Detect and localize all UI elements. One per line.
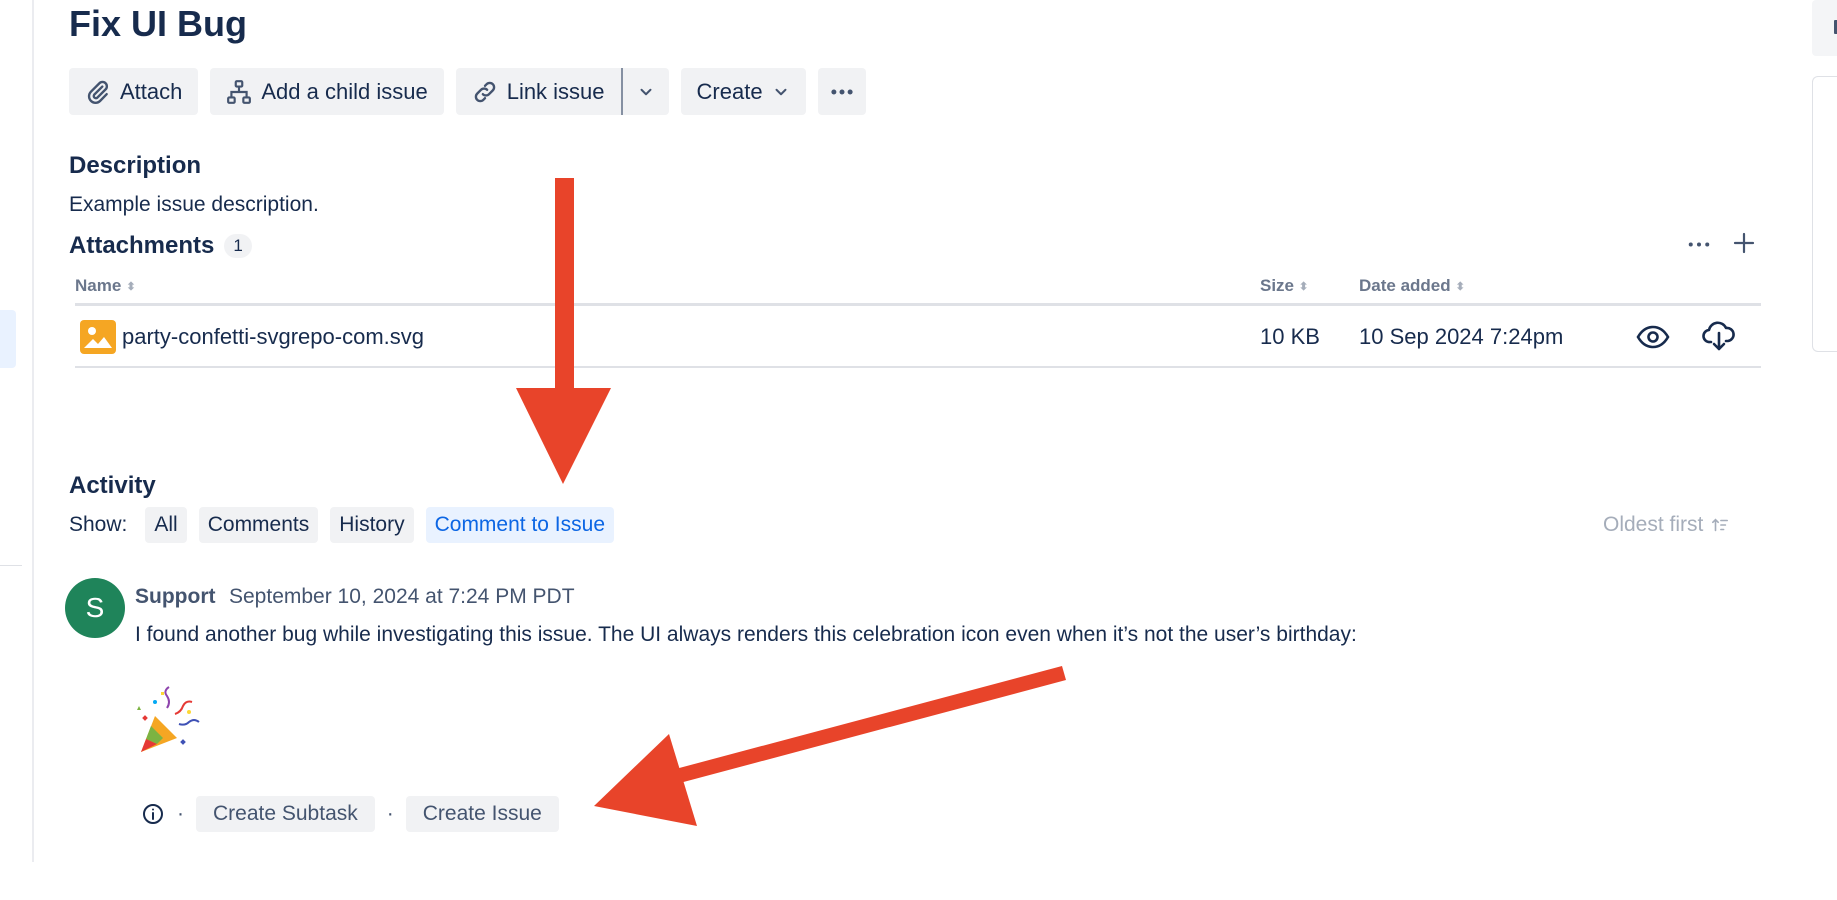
link-icon: [474, 81, 495, 102]
right-details-panel: [1812, 76, 1837, 352]
column-header-size[interactable]: Size ⬍: [1260, 276, 1308, 296]
left-sidebar-edge: [0, 0, 34, 862]
right-panel-header-button[interactable]: [1812, 0, 1837, 56]
description-heading: Description: [69, 152, 202, 179]
download-cloud-icon[interactable]: [1701, 318, 1737, 354]
chevron-down-icon: [775, 88, 787, 95]
info-icon[interactable]: [141, 802, 165, 826]
link-issue-dropdown-button[interactable]: [622, 68, 669, 115]
filter-history[interactable]: History: [330, 507, 414, 543]
sidebar-selected-indicator: [0, 310, 16, 368]
create-label: Create: [696, 78, 763, 104]
link-issue-label: Link issue: [506, 78, 605, 104]
column-size-label: Size: [1260, 276, 1295, 295]
paperclip-icon: [87, 80, 109, 104]
create-subtask-button[interactable]: Create Subtask: [196, 796, 375, 832]
link-issue-split-button: Link issue: [455, 68, 669, 115]
sort-ascending-icon: [1712, 518, 1729, 532]
attachment-file-size: 10 KB: [1260, 324, 1320, 349]
plus-icon: [1733, 232, 1755, 254]
filter-all[interactable]: All: [145, 507, 187, 543]
avatar[interactable]: S: [65, 578, 125, 638]
sort-order-label: Oldest first: [1603, 513, 1704, 536]
column-header-name[interactable]: Name ⬍: [75, 276, 136, 296]
comment-actions: · Create Subtask · Create Issue: [141, 796, 559, 832]
comment-text: I found another bug while investigating …: [135, 623, 1357, 646]
show-label: Show:: [69, 513, 128, 536]
description-text[interactable]: Example issue description.: [69, 193, 319, 217]
sort-icon: ⬍: [126, 280, 136, 293]
table-bottom-divider: [75, 366, 1761, 368]
create-dropdown-button[interactable]: Create: [680, 68, 806, 115]
image-file-icon: [80, 320, 116, 354]
chevron-down-icon: [640, 88, 652, 95]
separator-dot: ·: [386, 802, 394, 825]
issue-toolbar: Attach Add a child issue Link issue Crea…: [69, 68, 866, 115]
issue-title[interactable]: Fix UI Bug: [69, 0, 247, 48]
attachment-file-name[interactable]: party-confetti-svgrepo-com.svg: [122, 324, 424, 350]
attachment-date-added: 10 Sep 2024 7:24pm: [1359, 324, 1564, 349]
column-header-date[interactable]: Date added ⬍: [1359, 276, 1465, 296]
column-date-label: Date added: [1359, 276, 1451, 295]
sort-icon: ⬍: [1455, 280, 1465, 293]
attach-button[interactable]: Attach: [69, 68, 199, 115]
column-name-label: Name: [75, 276, 122, 295]
filter-comment-to-issue[interactable]: Comment to Issue: [425, 507, 614, 543]
add-child-issue-button[interactable]: Add a child issue: [210, 68, 444, 115]
attachments-heading: Attachments 1: [69, 232, 252, 260]
comment-timestamp: September 10, 2024 at 7:24 PM PDT: [229, 585, 575, 608]
hierarchy-icon: [227, 79, 252, 104]
attachments-more-button[interactable]: [1684, 232, 1714, 256]
more-horizontal-icon: [1688, 241, 1710, 247]
separator-dot: ·: [177, 802, 184, 825]
filter-comments[interactable]: Comments: [198, 507, 319, 543]
sidebar-divider: [0, 565, 22, 566]
table-header-divider: [75, 303, 1761, 306]
attachments-title: Attachments: [69, 232, 215, 259]
preview-eye-icon[interactable]: [1635, 320, 1671, 354]
sort-icon: ⬍: [1299, 280, 1309, 293]
add-attachment-button[interactable]: [1729, 228, 1759, 258]
annotation-arrow-left: [594, 666, 1066, 826]
create-issue-button[interactable]: Create Issue: [405, 796, 559, 832]
attachments-count-badge: 1: [224, 234, 252, 258]
activity-filter-row: Show: All Comments History Comment to Is…: [69, 507, 614, 543]
sort-order-button[interactable]: Oldest first: [1603, 513, 1729, 537]
attach-label: Attach: [120, 78, 183, 104]
activity-heading: Activity: [69, 472, 156, 499]
more-horizontal-icon: [830, 89, 853, 94]
party-popper-icon: [133, 686, 203, 756]
more-actions-button[interactable]: [817, 68, 866, 115]
annotation-arrow-down: [516, 178, 611, 484]
add-child-issue-label: Add a child issue: [261, 78, 428, 104]
link-issue-button[interactable]: Link issue: [455, 68, 621, 115]
comment-author[interactable]: Support: [135, 585, 215, 609]
annotation-arrows: [516, 178, 1066, 826]
